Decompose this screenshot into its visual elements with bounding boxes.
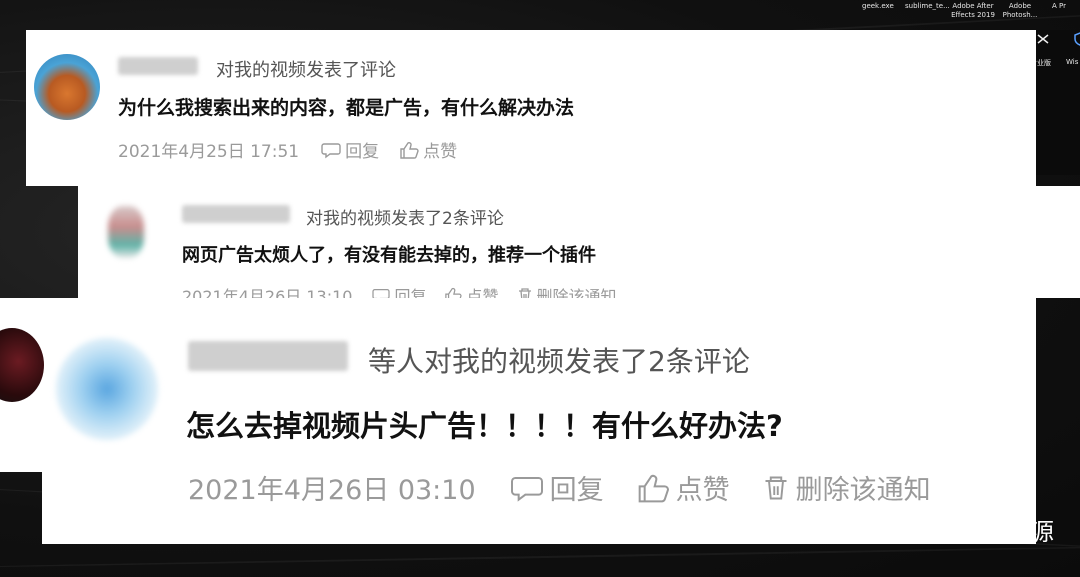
trash-icon[interactable] [517, 287, 533, 298]
username-blurred[interactable] [188, 341, 348, 371]
comment-card-3 [0, 298, 1036, 472]
reply-button[interactable]: 回复 [345, 137, 379, 162]
avatar[interactable] [34, 54, 100, 120]
comment-time: 2021年4月25日 17:51 [118, 142, 300, 162]
desktop-area: 专业版 Wis [1030, 30, 1080, 175]
comment-text-3: 怎么去掉视频片头广告！！！！有什么好办法? [186, 409, 783, 443]
trash-icon[interactable] [762, 473, 790, 503]
like-button[interactable]: 点赞 [676, 468, 730, 507]
comment-action-3: 等人对我的视频发表了2条评论 [368, 345, 750, 378]
desktop-icon-after-effects[interactable]: Adobe After Effects 2019 [950, 2, 996, 20]
like-button[interactable]: 点赞 [466, 283, 498, 298]
reply-button[interactable]: 回复 [394, 283, 426, 298]
reply-icon[interactable] [510, 473, 544, 503]
like-icon[interactable] [444, 287, 463, 298]
avatar-secondary[interactable] [0, 328, 44, 402]
comment-card-1: 对我的视频发表了评论 为什么我搜索出来的内容，都是广告，有什么解决办法 2021… [26, 30, 1036, 186]
avatar[interactable] [108, 206, 144, 258]
username-blurred[interactable] [182, 205, 290, 223]
comment-time: 2021年4月26日 03:10 [188, 475, 476, 506]
desktop-icon-photoshop[interactable]: Adobe Photosh... [1000, 2, 1040, 20]
like-icon[interactable] [399, 141, 419, 159]
desktop-label-wis: Wis [1066, 58, 1079, 66]
like-icon[interactable] [636, 473, 670, 503]
like-button[interactable]: 点赞 [423, 137, 457, 162]
comment-time: 2021年4月26日 13:10 [182, 287, 353, 298]
comment-card-2: 对我的视频发表了2条评论 网页广告太烦人了，有没有能去掉的，推荐一个插件 202… [78, 186, 1080, 298]
desktop-icon-premiere[interactable]: A Pr [1052, 2, 1066, 11]
shield-icon[interactable] [1074, 32, 1080, 46]
desktop-icon-strip: geek.exe sublime_te... Adobe After Effec… [860, 0, 1080, 30]
wechat-icon [917, 516, 949, 542]
comment-meta: 2021年4月26日 13:10 回复 点赞 删除该通知 [182, 283, 617, 298]
reply-icon[interactable] [372, 287, 391, 298]
comment-action: 对我的视频发表了评论 [216, 60, 396, 81]
avatar[interactable] [56, 338, 158, 440]
delete-notification-button[interactable]: 删除该通知 [537, 283, 617, 298]
comment-meta-3: 2021年4月26日 03:10 回复 点赞 删除该通知 [188, 468, 931, 507]
username-blurred[interactable] [118, 57, 198, 75]
reply-button[interactable]: 回复 [550, 468, 604, 507]
comment-action: 对我的视频发表了2条评论 [306, 209, 504, 229]
reply-icon[interactable] [321, 141, 341, 159]
watermark-text: 非凡资源 [958, 518, 1054, 546]
comment-meta: 2021年4月25日 17:51 回复 点赞 [118, 137, 457, 162]
app-icon[interactable] [1036, 32, 1050, 46]
delete-notification-button[interactable]: 删除该通知 [796, 468, 931, 507]
watermark: 非凡资源 [916, 512, 1054, 547]
comment-text: 为什么我搜索出来的内容，都是广告，有什么解决办法 [118, 97, 575, 119]
comment-text: 网页广告太烦人了，有没有能去掉的，推荐一个插件 [182, 245, 596, 266]
desktop-icon-geek[interactable]: geek.exe [862, 2, 894, 11]
desktop-icon-sublime[interactable]: sublime_te... [905, 2, 950, 11]
